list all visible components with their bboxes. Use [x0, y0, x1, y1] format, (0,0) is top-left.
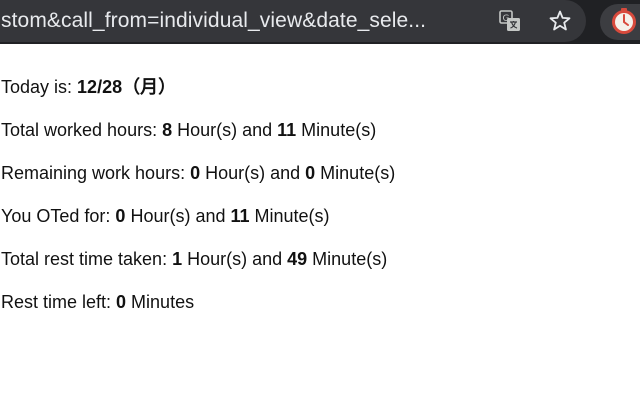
- worked-mid-text: Hour(s) and: [172, 120, 278, 140]
- today-line: Today is: 12/28（月）: [1, 74, 640, 100]
- rest-left-label: Rest time left:: [1, 292, 117, 312]
- rest-left-value: 0: [116, 292, 127, 312]
- ot-mid-text: Hour(s) and: [125, 206, 231, 226]
- worked-end-text: Minute(s): [296, 120, 377, 140]
- worked-hours-value: 8: [162, 120, 173, 140]
- remaining-hours-line: Remaining work hours: 0 Hour(s) and 0 Mi…: [1, 160, 640, 186]
- ot-hours-value: 0: [115, 206, 126, 226]
- rest-end-text: Minute(s): [307, 249, 388, 269]
- remaining-minutes-value: 0: [305, 163, 316, 183]
- time-summary: Today is: 12/28（月） Total worked hours: 8…: [1, 74, 640, 332]
- rest-label: Total rest time taken:: [1, 249, 173, 269]
- rest-hours-value: 1: [172, 249, 183, 269]
- today-value: 12/28（月）: [77, 77, 177, 97]
- worked-label: Total worked hours:: [1, 120, 163, 140]
- address-bar-url[interactable]: stom&call_from=individual_view&date_sele…: [1, 8, 426, 34]
- rest-left-end-text: Minutes: [126, 292, 195, 312]
- ot-label: You OTed for:: [1, 206, 116, 226]
- bookmark-star-icon[interactable]: [545, 6, 575, 36]
- rest-taken-line: Total rest time taken: 1 Hour(s) and 49 …: [1, 246, 640, 272]
- remaining-hours-value: 0: [190, 163, 201, 183]
- remaining-mid-text: Hour(s) and: [200, 163, 306, 183]
- overtime-line: You OTed for: 0 Hour(s) and 11 Minute(s): [1, 203, 640, 229]
- worked-minutes-value: 11: [277, 120, 297, 140]
- remaining-end-text: Minute(s): [315, 163, 396, 183]
- ot-minutes-value: 11: [230, 206, 250, 226]
- extension-timer-icon[interactable]: [600, 4, 640, 40]
- remaining-label: Remaining work hours:: [1, 163, 191, 183]
- today-label: Today is:: [1, 77, 78, 97]
- worked-hours-line: Total worked hours: 8 Hour(s) and 11 Min…: [1, 117, 640, 143]
- translate-icon[interactable]: G: [495, 6, 525, 36]
- ot-end-text: Minute(s): [249, 206, 330, 226]
- rest-mid-text: Hour(s) and: [182, 249, 288, 269]
- rest-minutes-value: 49: [287, 249, 308, 269]
- browser-toolbar: stom&call_from=individual_view&date_sele…: [0, 0, 640, 44]
- rest-left-line: Rest time left: 0 Minutes: [1, 289, 640, 315]
